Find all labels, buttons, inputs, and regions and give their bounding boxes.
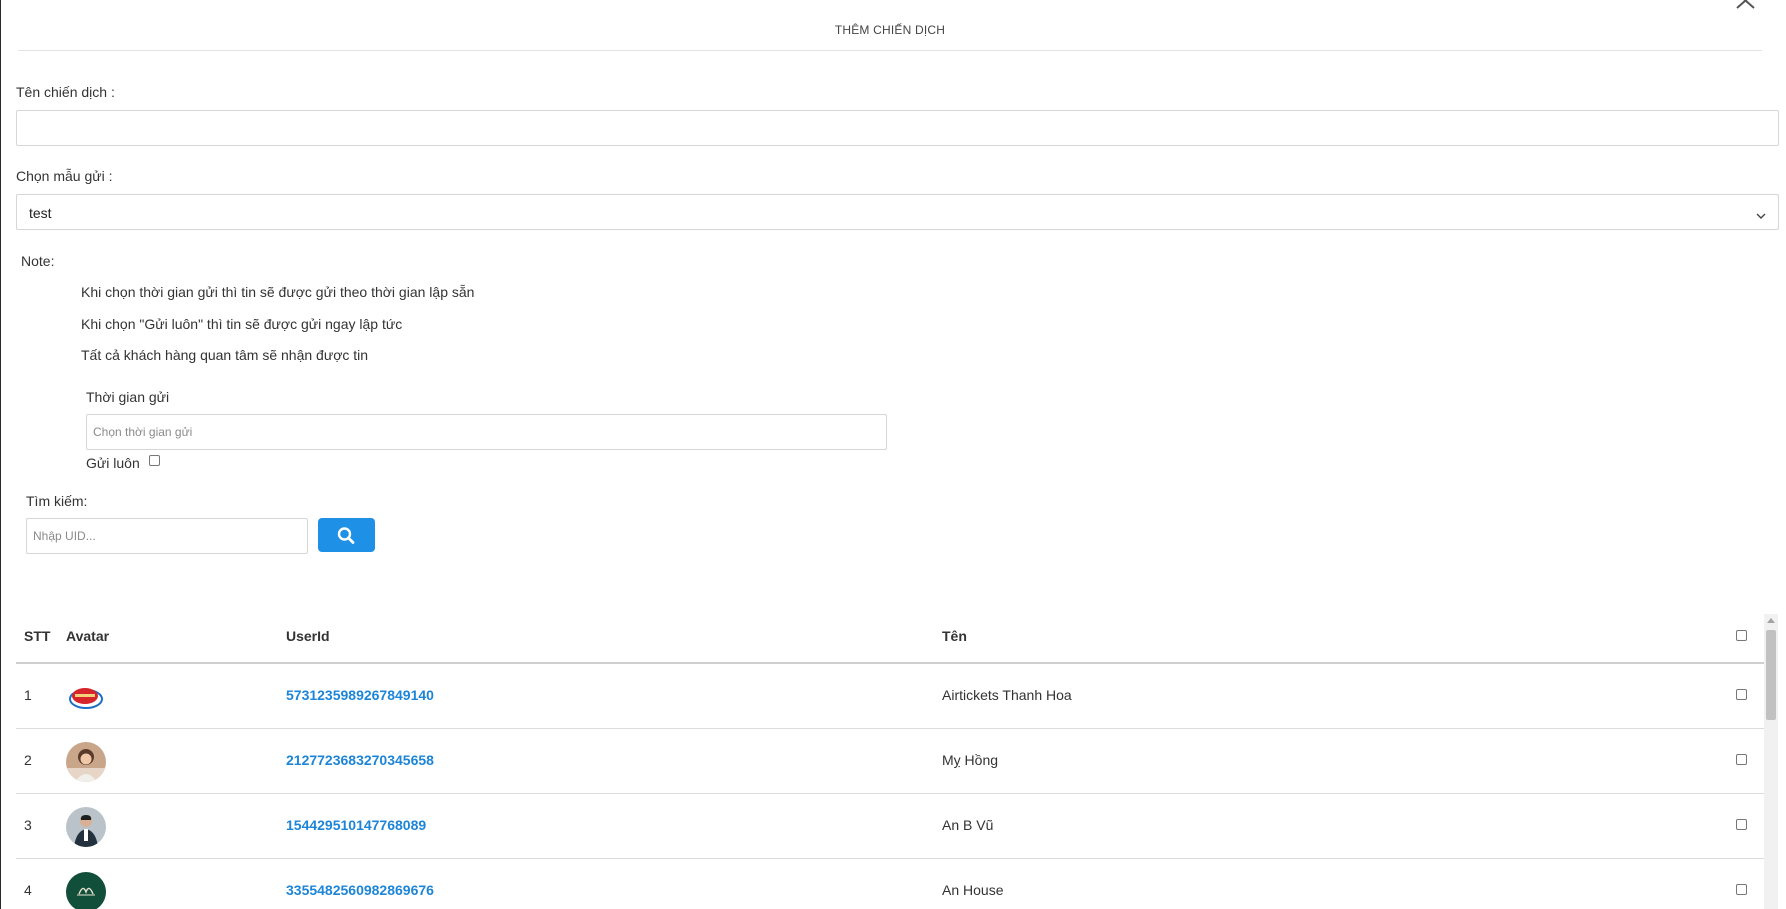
- row-stt: 4: [24, 882, 32, 898]
- select-all-checkbox[interactable]: [1736, 630, 1747, 641]
- table-header: STT Avatar UserId Tên: [16, 614, 1764, 664]
- modal-title: THÊM CHIẾN DỊCH: [834, 23, 946, 37]
- row-name: An House: [942, 882, 1004, 898]
- avatar: [66, 677, 106, 717]
- campaign-name-input[interactable]: [16, 110, 1779, 146]
- search-label: Tìm kiếm:: [26, 493, 88, 509]
- template-label: Chọn mẫu gửi :: [16, 168, 113, 184]
- add-campaign-modal: THÊM CHIẾN DỊCH Tên chiến dịch : Chọn mẫ…: [0, 0, 1786, 909]
- header-name: Tên: [942, 628, 967, 644]
- search-placeholder: Nhập UID...: [33, 529, 96, 543]
- row-stt: 2: [24, 752, 32, 768]
- row-checkbox[interactable]: [1736, 884, 1747, 895]
- template-select[interactable]: test: [16, 194, 1779, 230]
- row-stt: 3: [24, 817, 32, 833]
- row-userid-link[interactable]: 3355482560982869676: [286, 882, 434, 898]
- send-now-checkbox[interactable]: [149, 455, 160, 466]
- note-line-1: Khi chọn thời gian gửi thì tin sẽ được g…: [81, 284, 475, 300]
- close-icon[interactable]: [1732, 0, 1762, 14]
- row-checkbox[interactable]: [1736, 819, 1747, 830]
- send-time-placeholder: Chọn thời gian gửi: [93, 425, 193, 439]
- search-icon: [337, 527, 355, 544]
- avatar: [66, 742, 106, 782]
- table-row: 3 154429510147768089 An B Vũ: [16, 794, 1764, 859]
- template-selected-value: test: [29, 205, 52, 221]
- send-time-input[interactable]: Chọn thời gian gửi: [86, 414, 887, 450]
- table-row: 4 3355482560982869676 An House: [16, 859, 1764, 909]
- note-label: Note:: [21, 253, 55, 269]
- header-avatar: Avatar: [66, 628, 110, 644]
- row-checkbox[interactable]: [1736, 689, 1747, 700]
- row-checkbox[interactable]: [1736, 754, 1747, 765]
- note-line-2: Khi chọn "Gửi luôn" thì tin sẽ được gửi …: [81, 316, 403, 332]
- row-userid-link[interactable]: 154429510147768089: [286, 817, 426, 833]
- chevron-down-icon: [1756, 207, 1766, 219]
- header-stt: STT: [24, 628, 51, 644]
- search-button[interactable]: [318, 518, 375, 552]
- modal-header: THÊM CHIẾN DỊCH: [18, 0, 1762, 51]
- search-input[interactable]: Nhập UID...: [26, 518, 308, 554]
- scroll-up-arrow-icon[interactable]: [1767, 618, 1775, 623]
- avatar: [66, 807, 106, 847]
- send-time-label: Thời gian gửi: [86, 389, 170, 405]
- scrollbar-thumb[interactable]: [1766, 630, 1776, 720]
- row-userid-link[interactable]: 5731235989267849140: [286, 687, 434, 703]
- row-name: Airtickets Thanh Hoa: [942, 687, 1072, 703]
- header-userid: UserId: [286, 628, 330, 644]
- row-stt: 1: [24, 687, 32, 703]
- send-now-label: Gửi luôn: [86, 455, 140, 471]
- note-line-3: Tất cả khách hàng quan tâm sẽ nhận được …: [81, 347, 369, 363]
- avatar: [66, 872, 106, 909]
- row-name: Mỵ Hồng: [942, 752, 999, 768]
- left-border: [0, 0, 1, 909]
- campaign-name-label: Tên chiến dịch :: [16, 84, 115, 100]
- row-userid-link[interactable]: 2127723683270345658: [286, 752, 434, 768]
- table-scrollbar[interactable]: [1764, 614, 1778, 909]
- table-row: 2 2127723683270345658 Mỵ Hồng: [16, 729, 1764, 794]
- table-row: 1 5731235989267849140 Airtickets Thanh H…: [16, 664, 1764, 729]
- row-name: An B Vũ: [942, 817, 994, 833]
